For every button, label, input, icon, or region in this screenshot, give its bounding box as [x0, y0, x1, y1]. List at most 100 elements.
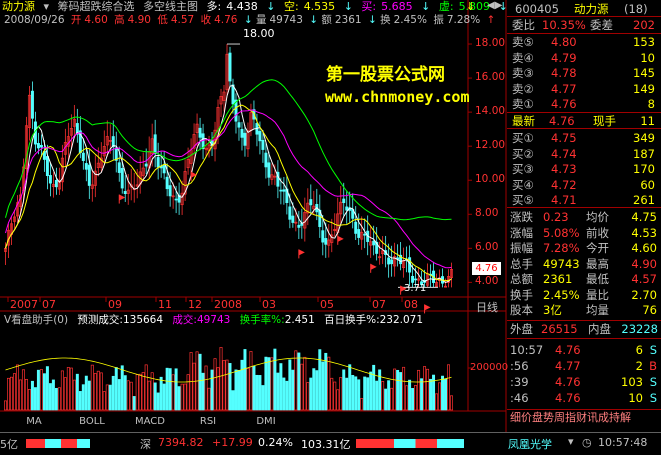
tick-volume: 10 [628, 391, 643, 405]
tab-ma[interactable]: MA [8, 415, 60, 428]
volume-bar [285, 380, 289, 411]
panel-footer[interactable]: 细价盘势周指财讯成持解 [507, 411, 661, 424]
time-label: 2008 [214, 298, 242, 311]
candle [183, 159, 187, 202]
kong-label: 空: [283, 0, 299, 13]
volume-bar [315, 370, 319, 411]
tab-dmi[interactable]: DMI [240, 415, 292, 428]
volume-bar [324, 352, 328, 411]
stat-v2: 4.60 [631, 241, 657, 255]
small-arrows-icon[interactable]: ◀▶ [487, 0, 502, 11]
sell-price: 4.79 [551, 50, 577, 65]
period-label[interactable]: 日线 [476, 299, 498, 315]
tab-boll[interactable]: BOLL [66, 415, 118, 428]
panel-separator [507, 409, 661, 410]
down-icon: ↓ [343, 0, 353, 13]
volume-bar [339, 377, 343, 411]
price-tick-label: 8.00 [475, 207, 499, 220]
time-label: 09 [108, 298, 122, 311]
volume-bar [120, 365, 124, 411]
volume-bar [306, 382, 310, 411]
sell-row: 卖② 4.77 149 [507, 82, 661, 97]
high-label: 高 [114, 14, 125, 26]
panel-footer-tabs[interactable]: 细价盘势周指财讯成持解 [510, 411, 631, 424]
buy-price: 4.75 [551, 131, 577, 145]
indicator-name[interactable]: 筹码超跌综合选 [58, 0, 135, 13]
candle [114, 131, 118, 173]
volume-param: (0) [53, 314, 69, 326]
vol-value: 49743 [269, 14, 303, 26]
close-value: 4.76 [214, 14, 238, 26]
stat-v2: 76 [642, 303, 657, 317]
volume-bar [180, 383, 184, 411]
volume-bar [288, 359, 292, 411]
volume-bar [276, 372, 280, 411]
stat-v2: 4.90 [631, 256, 657, 271]
volume-indicator-name[interactable]: V看盘助手 [4, 314, 53, 326]
tick-side: S [649, 375, 657, 389]
candle [378, 241, 382, 265]
volume-bar [216, 367, 220, 411]
time-label: 2007 [10, 298, 38, 311]
dropdown-icon[interactable]: ▾ [568, 435, 574, 448]
candle [303, 197, 307, 242]
weibi-value: 10.35% [542, 18, 586, 32]
volume-bar [24, 379, 28, 411]
volume-bar [405, 385, 409, 411]
candle [264, 142, 268, 179]
stat-v2: 4.75 [631, 210, 657, 224]
panel-separator [507, 207, 661, 208]
xianshou-label: 现手 [593, 114, 616, 128]
volume-bar [60, 370, 64, 411]
tab-macd[interactable]: MACD [124, 415, 176, 428]
candle [309, 184, 313, 215]
down-icon: ↓ [367, 14, 377, 26]
volume-bar [396, 369, 400, 411]
price-tick-label: 6.00 [475, 241, 499, 254]
neipan-value: 23228 [621, 322, 658, 336]
volume-bar [345, 377, 349, 411]
volume-bar [51, 379, 55, 411]
tick-volume: 2 [635, 359, 643, 373]
stat-l1: 涨跌 [510, 210, 533, 224]
volume-bar [108, 384, 112, 411]
volume-bar [138, 373, 142, 411]
candle [360, 216, 364, 250]
down-arrow-icon[interactable]: ▾ [44, 0, 50, 13]
low-label: 低 [157, 14, 168, 26]
sell-label: 卖③ [512, 66, 534, 80]
volume-bar [114, 367, 118, 411]
volume-bar [327, 356, 331, 411]
stock-name-status[interactable]: 凤凰光学 [508, 436, 552, 452]
tick-price: 4.76 [555, 375, 581, 389]
stat-v2: 2.70 [631, 287, 657, 302]
volume-bar [198, 353, 202, 411]
tab-rsi[interactable]: RSI [182, 415, 234, 428]
open-value: 4.60 [84, 14, 108, 26]
volume-bar [186, 374, 190, 411]
volume-bar [45, 366, 49, 411]
expand-icon[interactable]: ⇓ [466, 0, 475, 13]
volume-bar [444, 378, 448, 411]
candle [51, 172, 55, 198]
candle [432, 261, 436, 288]
tick-row: 10:57 4.76 6 S [507, 343, 661, 358]
volume-bar [192, 362, 196, 411]
volume-axis-label: 200000 [470, 362, 509, 373]
volume-bar [33, 387, 37, 411]
xu-label: 虚: [438, 0, 454, 13]
status-time: 10:57:48 [598, 436, 648, 449]
volume-header: V看盘助手(0) 预测成交:135664 成交:49743 换手率%:2.451… [4, 313, 423, 327]
time-label: 07 [372, 298, 386, 311]
volume-bar [384, 388, 388, 411]
candle [192, 123, 196, 161]
volume-bar [363, 376, 367, 411]
volume-bar [84, 375, 88, 411]
sell-volume: 145 [633, 66, 655, 80]
candle [276, 160, 280, 199]
candle [435, 273, 439, 288]
volume-bar [330, 377, 334, 411]
chengjiao-value: 49743 [196, 314, 231, 326]
volume-bar [111, 375, 115, 411]
time-label: 12 [188, 298, 202, 311]
